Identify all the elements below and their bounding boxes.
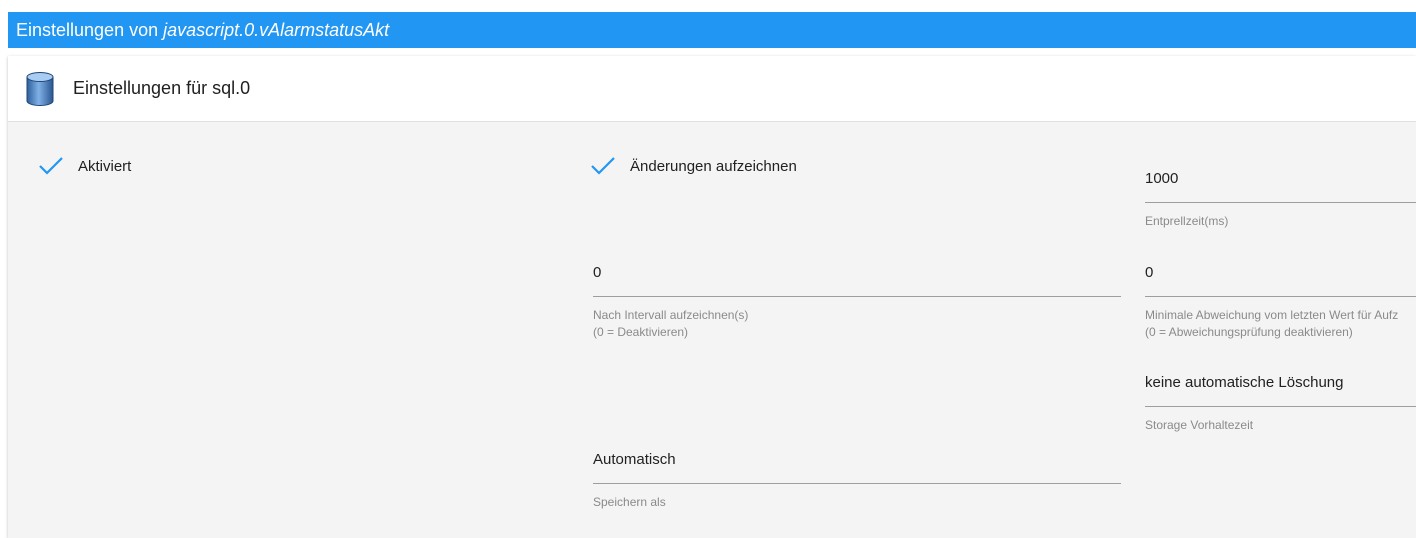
dialog-title-prefix: Einstellungen von — [16, 20, 164, 40]
store-as-value[interactable]: Automatisch — [593, 449, 1121, 484]
checkmark-icon — [39, 157, 63, 175]
dialog-title-bar: Einstellungen von javascript.0.vAlarmsta… — [8, 12, 1416, 48]
debounce-field[interactable]: 1000 Entprellzeit(ms) — [1145, 168, 1416, 230]
panel-header: Einstellungen für sql.0 — [8, 56, 1416, 122]
database-icon — [26, 72, 54, 106]
interval-field[interactable]: 0 Nach Intervall aufzeichnen(s) (0 = Dea… — [593, 262, 1121, 341]
checkmark-icon — [591, 157, 615, 175]
settings-panel: Einstellungen für sql.0 Aktiviert Änderu… — [8, 56, 1416, 538]
min-deviation-input[interactable]: 0 — [1145, 262, 1416, 297]
retention-hint: Storage Vorhaltezeit — [1145, 418, 1254, 432]
record-changes-checkbox[interactable]: Änderungen aufzeichnen — [590, 155, 797, 177]
min-deviation-hint-line1: Minimale Abweichung vom letzten Wert für… — [1145, 308, 1399, 322]
enabled-label: Aktiviert — [78, 157, 132, 175]
retention-value[interactable]: keine automatische Löschung — [1145, 372, 1416, 407]
min-deviation-field[interactable]: 0 Minimale Abweichung vom letzten Wert f… — [1145, 262, 1416, 341]
interval-hint-line1: Nach Intervall aufzeichnen(s) — [593, 308, 749, 322]
dialog-title-object: javascript.0.vAlarmstatusAkt — [163, 20, 390, 40]
store-as-hint: Speichern als — [593, 495, 666, 509]
interval-input[interactable]: 0 — [593, 262, 1121, 297]
store-as-select[interactable]: Automatisch Speichern als — [593, 449, 1121, 511]
retention-select[interactable]: keine automatische Löschung Storage Vorh… — [1145, 372, 1416, 434]
panel-title: Einstellungen für sql.0 — [73, 78, 251, 98]
debounce-hint: Entprellzeit(ms) — [1145, 214, 1229, 228]
debounce-input[interactable]: 1000 — [1145, 168, 1416, 203]
min-deviation-hint-line2: (0 = Abweichungsprüfung deaktivieren) — [1145, 325, 1353, 339]
record-changes-label: Änderungen aufzeichnen — [630, 157, 797, 175]
interval-hint-line2: (0 = Deaktivieren) — [593, 325, 689, 339]
enabled-checkbox[interactable]: Aktiviert — [38, 155, 131, 177]
